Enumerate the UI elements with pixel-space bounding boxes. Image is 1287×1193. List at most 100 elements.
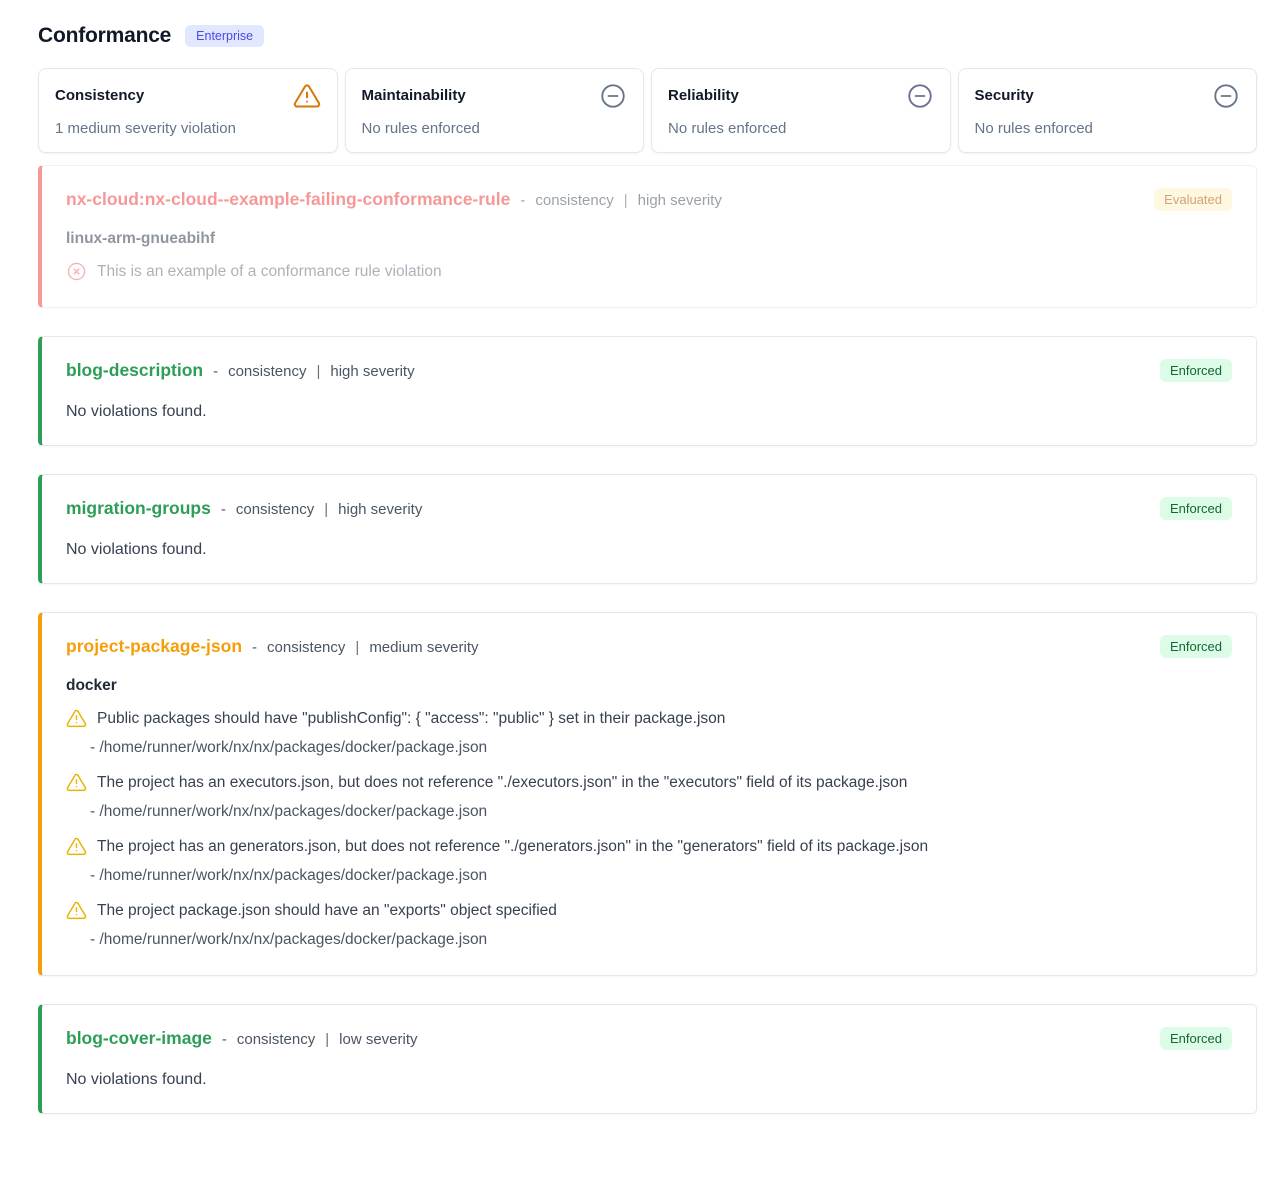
rule-card: nx-cloud:nx-cloud--example-failing-confo… xyxy=(38,165,1257,308)
violation-message: The project has an generators.json, but … xyxy=(97,836,928,858)
violation-path: - /home/runner/work/nx/nx/packages/docke… xyxy=(90,801,1232,823)
rule-pipe-separator: | xyxy=(355,639,359,656)
rule-body: No violations found. xyxy=(66,403,1232,421)
violation-path: - /home/runner/work/nx/nx/packages/docke… xyxy=(90,865,1232,887)
rule-severity: high severity xyxy=(638,192,722,209)
rule-severity: medium severity xyxy=(369,639,478,656)
summary-card-title: Reliability xyxy=(668,82,739,104)
rule-header: migration-groups - consistency | high se… xyxy=(66,495,1232,521)
no-violations-text: No violations found. xyxy=(66,541,1232,559)
no-violations-text: No violations found. xyxy=(66,1071,1232,1089)
rules-list: nx-cloud:nx-cloud--example-failing-confo… xyxy=(38,165,1257,1114)
rule-meta: consistency | medium severity xyxy=(267,639,478,656)
rule-title-group: project-package-json - consistency | med… xyxy=(66,636,479,657)
violation-message: Public packages should have "publishConf… xyxy=(97,708,725,730)
conformance-page: Conformance Enterprise Consistency 1 med… xyxy=(0,0,1287,1154)
rule-header: blog-description - consistency | high se… xyxy=(66,357,1232,383)
rule-category: consistency xyxy=(267,639,345,656)
rule-header: project-package-json - consistency | med… xyxy=(66,633,1232,659)
rule-name-link[interactable]: project-package-json xyxy=(66,636,242,657)
page-title: Conformance xyxy=(38,24,171,48)
rule-title-group: migration-groups - consistency | high se… xyxy=(66,498,422,519)
rule-severity: high severity xyxy=(338,501,422,518)
summary-card-top: Maintainability xyxy=(362,82,628,110)
summary-card-title: Maintainability xyxy=(362,82,466,104)
rule-name-link[interactable]: blog-cover-image xyxy=(66,1028,212,1049)
summary-row: Consistency 1 medium severity violation … xyxy=(38,68,1257,153)
warning-icon xyxy=(293,82,321,110)
x-circle-icon xyxy=(66,261,87,282)
rule-name-link[interactable]: migration-groups xyxy=(66,498,211,519)
enterprise-badge: Enterprise xyxy=(185,25,264,47)
rule-status-badge: Enforced xyxy=(1160,1027,1232,1050)
summary-card: Security No rules enforced xyxy=(958,68,1258,153)
rule-header: nx-cloud:nx-cloud--example-failing-confo… xyxy=(66,186,1232,212)
rule-dash-separator: - xyxy=(520,192,525,209)
summary-card-status: No rules enforced xyxy=(975,120,1241,137)
rule-title-group: blog-cover-image - consistency | low sev… xyxy=(66,1028,418,1049)
violation-message: This is an example of a conformance rule… xyxy=(97,261,442,283)
warning-icon xyxy=(66,900,87,921)
rule-dash-separator: - xyxy=(252,639,257,656)
summary-card-top: Security xyxy=(975,82,1241,110)
rule-pipe-separator: | xyxy=(624,192,628,209)
summary-card: Reliability No rules enforced xyxy=(651,68,951,153)
summary-card-top: Reliability xyxy=(668,82,934,110)
rule-title-group: blog-description - consistency | high se… xyxy=(66,360,415,381)
rule-meta: consistency | low severity xyxy=(237,1031,418,1048)
rule-severity: high severity xyxy=(330,363,414,380)
summary-card: Maintainability No rules enforced xyxy=(345,68,645,153)
rule-meta: consistency | high severity xyxy=(535,192,722,209)
violation-path: - /home/runner/work/nx/nx/packages/docke… xyxy=(90,737,1232,759)
rule-dash-separator: - xyxy=(213,363,218,380)
rule-name-link[interactable]: blog-description xyxy=(66,360,203,381)
violation-item: The project has an executors.json, but d… xyxy=(66,772,1232,823)
rule-card: migration-groups - consistency | high se… xyxy=(38,474,1257,584)
rule-card: blog-cover-image - consistency | low sev… xyxy=(38,1004,1257,1114)
project-name: docker xyxy=(66,677,1232,695)
rule-name-link[interactable]: nx-cloud:nx-cloud--example-failing-confo… xyxy=(66,189,510,210)
rule-pipe-separator: | xyxy=(325,1031,329,1048)
rule-category: consistency xyxy=(237,1031,315,1048)
warning-icon xyxy=(66,772,87,793)
rule-body: No violations found. xyxy=(66,541,1232,559)
minus-circle-icon xyxy=(1212,82,1240,110)
rule-header: blog-cover-image - consistency | low sev… xyxy=(66,1025,1232,1051)
minus-circle-icon xyxy=(599,82,627,110)
no-violations-text: No violations found. xyxy=(66,403,1232,421)
summary-card-status: 1 medium severity violation xyxy=(55,120,321,137)
rule-severity: low severity xyxy=(339,1031,417,1048)
violations-list: Public packages should have "publishConf… xyxy=(66,708,1232,951)
violation-item: The project has an generators.json, but … xyxy=(66,836,1232,887)
rule-status-badge: Enforced xyxy=(1160,497,1232,520)
rule-dash-separator: - xyxy=(222,1031,227,1048)
rule-pipe-separator: | xyxy=(324,501,328,518)
rule-body: No violations found. xyxy=(66,1071,1232,1089)
rule-dash-separator: - xyxy=(221,501,226,518)
rule-card: project-package-json - consistency | med… xyxy=(38,612,1257,976)
violation-message: The project has an executors.json, but d… xyxy=(97,772,907,794)
rule-category: consistency xyxy=(535,192,613,209)
page-header: Conformance Enterprise xyxy=(38,24,1257,48)
summary-card: Consistency 1 medium severity violation xyxy=(38,68,338,153)
violation-path: - /home/runner/work/nx/nx/packages/docke… xyxy=(90,929,1232,951)
rule-meta: consistency | high severity xyxy=(236,501,423,518)
rule-body: docker Public packages should have "publi… xyxy=(66,677,1232,951)
rule-body: linux-arm-gnueabihf This is an example of… xyxy=(66,230,1232,283)
rule-status-badge: Evaluated xyxy=(1154,188,1232,211)
summary-card-title: Consistency xyxy=(55,82,144,104)
rule-category: consistency xyxy=(228,363,306,380)
violation-item: The project package.json should have an … xyxy=(66,900,1232,951)
rule-category: consistency xyxy=(236,501,314,518)
rule-status-badge: Enforced xyxy=(1160,359,1232,382)
violation-item: Public packages should have "publishConf… xyxy=(66,708,1232,759)
summary-card-status: No rules enforced xyxy=(362,120,628,137)
summary-card-status: No rules enforced xyxy=(668,120,934,137)
summary-card-top: Consistency xyxy=(55,82,321,110)
rule-meta: consistency | high severity xyxy=(228,363,415,380)
rule-status-badge: Enforced xyxy=(1160,635,1232,658)
rule-pipe-separator: | xyxy=(316,363,320,380)
minus-circle-icon xyxy=(906,82,934,110)
rule-card: blog-description - consistency | high se… xyxy=(38,336,1257,446)
project-name: linux-arm-gnueabihf xyxy=(66,230,1232,248)
